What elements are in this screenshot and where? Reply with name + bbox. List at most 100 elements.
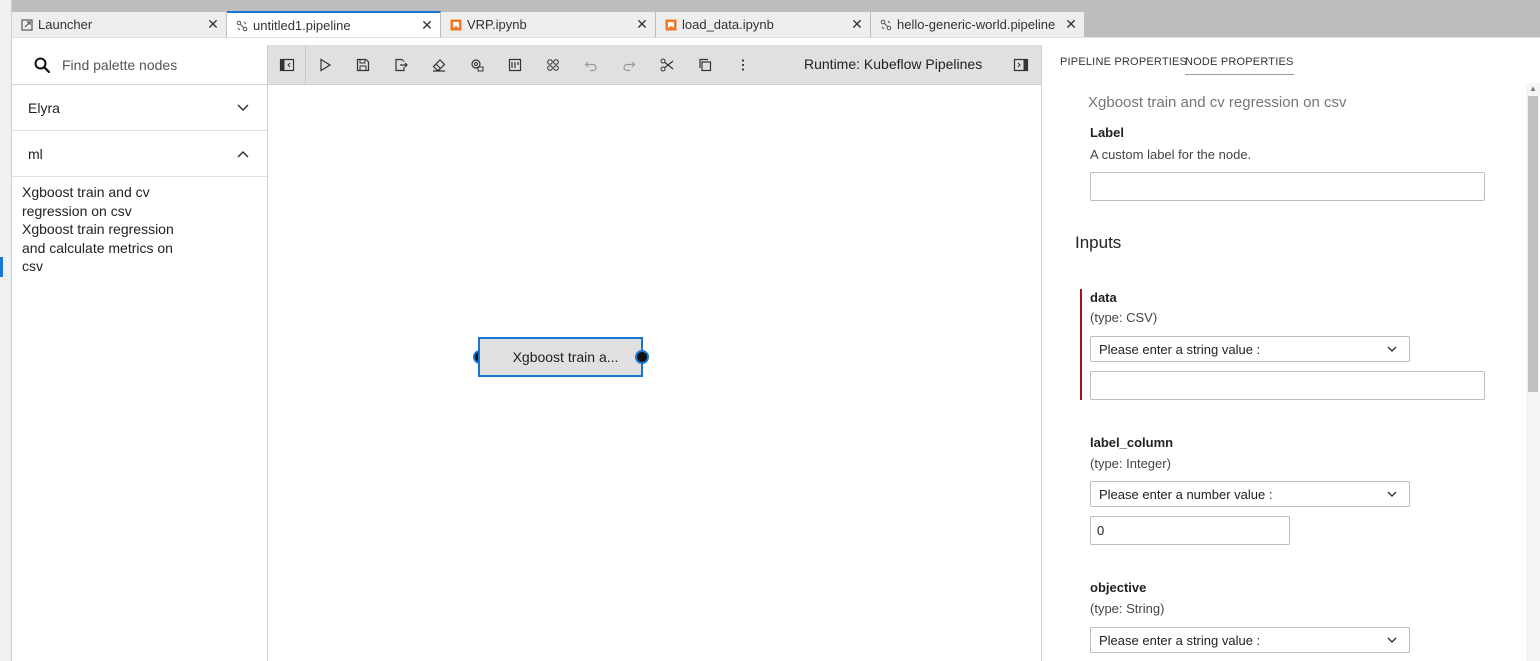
toolbar-separator	[305, 45, 306, 85]
clear-pipeline-button[interactable]	[429, 55, 449, 75]
tab-label: untitled1.pipeline	[253, 18, 351, 33]
export-pipeline-button[interactable]	[391, 55, 411, 75]
input-objective-label: objective	[1090, 580, 1147, 595]
input-label-column-label: label_column	[1090, 435, 1174, 450]
cut-button[interactable]	[657, 55, 677, 75]
notebook-icon	[449, 18, 463, 32]
tab-label: hello-generic-world.pipeline	[897, 17, 1056, 32]
close-icon[interactable]: ✕	[420, 17, 434, 33]
runtime-label: Runtime: Kubeflow Pipelines	[804, 56, 983, 72]
chevron-down-icon	[1387, 637, 1397, 643]
input-label-column-value[interactable]: 0	[1090, 516, 1290, 545]
tab-label: load_data.ipynb	[682, 17, 774, 32]
tab-label: VRP.ipynb	[467, 17, 527, 32]
chevron-down-icon	[1387, 491, 1397, 497]
pipeline-node[interactable]: Xgboost train a...	[478, 337, 643, 377]
node-output-port[interactable]	[635, 350, 649, 364]
open-runtime-images-button[interactable]	[505, 55, 525, 75]
copy-icon	[699, 58, 712, 72]
node-label-input[interactable]	[1090, 172, 1485, 201]
properties-panel: PIPELINE PROPERTIES NODE PROPERTIES ▲ Xg…	[1041, 45, 1540, 661]
palette-category-ml[interactable]: ml	[12, 131, 267, 177]
undo-button[interactable]	[581, 55, 601, 75]
open-runtimes-button[interactable]	[467, 55, 487, 75]
tab-label: Launcher	[38, 17, 93, 32]
copy-button[interactable]	[695, 55, 715, 75]
runtimes-icon	[471, 59, 484, 72]
eraser-icon	[432, 59, 446, 72]
palette-search	[12, 45, 267, 85]
select-value: Please enter a string value :	[1099, 341, 1261, 357]
tab-launcher[interactable]: Launcher ✕	[12, 12, 227, 37]
run-pipeline-button[interactable]	[315, 55, 335, 75]
scroll-up-arrow[interactable]: ▲	[1528, 85, 1538, 93]
pipeline-icon	[879, 18, 893, 32]
number-value: 0	[1097, 523, 1105, 538]
validation-error-indicator	[1080, 289, 1082, 400]
input-objective-type-select[interactable]: Please enter a string value :	[1090, 627, 1410, 653]
panel-right-icon	[1013, 58, 1029, 72]
save-icon	[356, 58, 370, 72]
palette-node-item[interactable]: Xgboost train regression and calculate m…	[22, 220, 192, 276]
category-label: ml	[28, 145, 43, 162]
inputs-heading: Inputs	[1075, 233, 1122, 252]
notebook-icon	[664, 18, 678, 32]
activity-active-indicator	[0, 257, 3, 277]
input-data-type-select[interactable]: Please enter a string value :	[1090, 336, 1410, 362]
document-tab-bar: Launcher ✕ untitled1.pipeline ✕ VRP.ipyn…	[12, 7, 1540, 38]
window-top-border	[0, 0, 1540, 7]
close-icon[interactable]: ✕	[1064, 16, 1078, 32]
runtime-images-icon	[508, 58, 522, 72]
category-label: Elyra	[28, 99, 60, 116]
launcher-icon	[20, 18, 34, 32]
palette-node-list: Xgboost train and cv regression on csv X…	[12, 177, 267, 282]
palette-search-input[interactable]	[62, 56, 252, 73]
tab-pipeline-properties[interactable]: PIPELINE PROPERTIES	[1060, 56, 1187, 68]
redo-button[interactable]	[619, 55, 639, 75]
tab-node-properties[interactable]: NODE PROPERTIES	[1185, 56, 1294, 75]
input-data-value[interactable]	[1090, 371, 1485, 400]
tab-hello-generic-world-pipeline[interactable]: hello-generic-world.pipeline ✕	[871, 12, 1085, 37]
search-icon	[34, 57, 50, 73]
save-pipeline-button[interactable]	[353, 55, 373, 75]
components-icon	[547, 59, 559, 71]
input-objective-type: (type: String)	[1090, 601, 1165, 616]
label-field-description: A custom label for the node.	[1090, 147, 1252, 162]
pipeline-toolbar: Runtime: Kubeflow Pipelines	[268, 45, 1041, 85]
redo-icon	[623, 61, 636, 72]
more-vertical-icon	[741, 59, 745, 71]
activity-bar	[0, 0, 12, 661]
toggle-properties-button[interactable]	[1011, 55, 1031, 75]
input-label-column-type: (type: Integer)	[1090, 456, 1171, 471]
input-data-label: data	[1090, 290, 1117, 305]
chevron-up-icon	[237, 150, 249, 158]
label-field-label: Label	[1090, 125, 1124, 140]
undo-icon	[584, 61, 597, 72]
more-options-button[interactable]	[733, 55, 753, 75]
toggle-palette-button[interactable]	[277, 55, 297, 75]
pipeline-node-label: Xgboost train a...	[512, 349, 619, 365]
select-value: Please enter a number value :	[1099, 486, 1273, 502]
panel-left-icon	[279, 58, 295, 72]
tab-load-data-ipynb[interactable]: load_data.ipynb ✕	[656, 12, 871, 37]
palette-node-item[interactable]: Xgboost train and cv regression on csv	[22, 183, 192, 220]
tab-untitled1-pipeline[interactable]: untitled1.pipeline ✕	[227, 11, 441, 38]
close-icon[interactable]: ✕	[206, 16, 220, 32]
chevron-down-icon	[237, 103, 249, 111]
node-palette: Elyra ml Xgboost train and cv regression…	[12, 45, 268, 661]
close-icon[interactable]: ✕	[635, 16, 649, 32]
close-icon[interactable]: ✕	[850, 16, 864, 32]
node-properties-title: Xgboost train and cv regression on csv	[1088, 94, 1347, 111]
open-component-catalogs-button[interactable]	[543, 55, 563, 75]
palette-category-elyra[interactable]: Elyra	[12, 85, 267, 131]
play-icon	[320, 58, 332, 72]
pipeline-icon	[235, 19, 249, 33]
chevron-down-icon	[1387, 346, 1397, 352]
input-label-column-type-select[interactable]: Please enter a number value :	[1090, 481, 1410, 507]
tab-vrp-ipynb[interactable]: VRP.ipynb ✕	[441, 12, 656, 37]
export-icon	[395, 58, 408, 72]
input-data-type: (type: CSV)	[1090, 310, 1158, 325]
scrollbar-thumb[interactable]	[1528, 96, 1538, 392]
pipeline-canvas[interactable]: Xgboost train a...	[268, 85, 1041, 661]
select-value: Please enter a string value :	[1099, 632, 1261, 648]
